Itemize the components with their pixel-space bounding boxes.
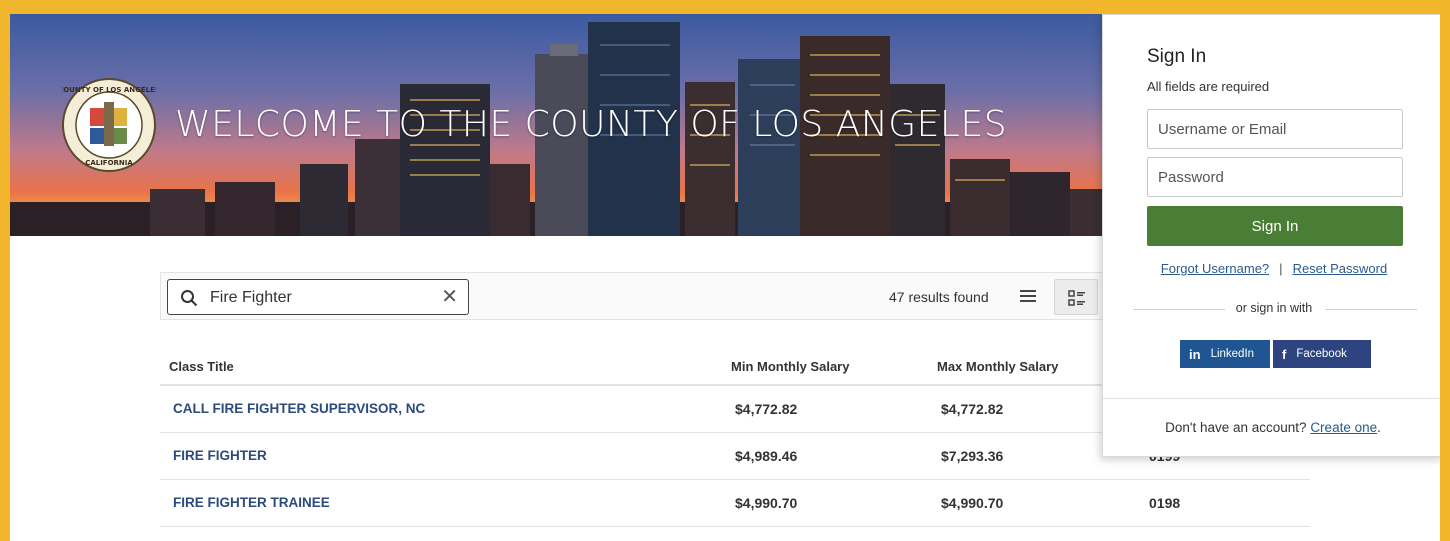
linkedin-label: LinkedIn (1210, 348, 1255, 360)
column-header-min-salary[interactable]: Min Monthly Salary (731, 359, 849, 374)
min-salary: $4,772.82 (735, 401, 798, 417)
seal-text-top: COUNTY OF LOS ANGELES (62, 86, 156, 94)
facebook-sign-in-button[interactable]: f Facebook (1273, 340, 1371, 368)
max-salary: $7,293.36 (941, 448, 1004, 464)
job-title-link[interactable]: FIRE FIGHTER TRAINEE (173, 495, 330, 510)
column-header-max-salary[interactable]: Max Monthly Salary (937, 359, 1058, 374)
reset-password-link[interactable]: Reset Password (1293, 261, 1388, 276)
min-salary: $4,990.70 (735, 495, 798, 511)
column-header-class-title[interactable]: Class Title (169, 359, 234, 374)
table-row[interactable]: FIRE FIGHTER TRAINEE $4,990.70 $4,990.70… (160, 480, 1310, 527)
required-fields-note: All fields are required (1147, 79, 1270, 94)
results-count: 47 results found (889, 289, 989, 305)
no-account-text: Don't have an account? (1165, 420, 1307, 435)
job-title-link[interactable]: FIRE FIGHTER (173, 448, 267, 463)
clear-search-icon[interactable]: ✕ (441, 287, 458, 307)
linkedin-icon: in (1189, 346, 1201, 362)
class-code: 0198 (1149, 495, 1181, 511)
sign-in-panel: Sign In All fields are required Sign In … (1102, 14, 1440, 457)
card-view-button[interactable] (1054, 279, 1098, 315)
list-view-icon[interactable] (1019, 288, 1037, 304)
facebook-icon: f (1282, 346, 1287, 362)
divider-line (1325, 309, 1417, 310)
county-seal-logo: COUNTY OF LOS ANGELES CALIFORNIA (62, 78, 156, 172)
max-salary: $4,772.82 (941, 401, 1004, 417)
account-recovery-links: Forgot Username? | Reset Password (1103, 261, 1440, 276)
page-title: WELCOME TO THE COUNTY OF LOS ANGELES (175, 104, 1008, 145)
or-sign-in-with-text: or sign in with (1235, 301, 1313, 315)
link-separator: | (1279, 261, 1283, 276)
search-icon (181, 290, 198, 307)
create-account-prompt: Don't have an account? Create one. (1103, 420, 1440, 435)
seal-text-bottom: CALIFORNIA (85, 159, 133, 167)
max-salary: $4,990.70 (941, 495, 1004, 511)
username-field[interactable] (1147, 109, 1403, 149)
search-toolbar: ✕ 47 results found (160, 272, 1115, 320)
forgot-username-link[interactable]: Forgot Username? (1161, 261, 1269, 276)
job-title-link[interactable]: CALL FIRE FIGHTER SUPERVISOR, NC (173, 401, 425, 416)
password-field[interactable] (1147, 157, 1403, 197)
sign-in-footer: Don't have an account? Create one. (1103, 398, 1440, 456)
search-input[interactable] (210, 286, 430, 310)
min-salary: $4,989.46 (735, 448, 798, 464)
sign-in-button[interactable]: Sign In (1147, 206, 1403, 246)
sign-in-title: Sign In (1147, 46, 1207, 67)
card-view-icon (1068, 290, 1085, 306)
page-frame: COUNTY OF LOS ANGELES CALIFORNIA WELCOME… (10, 14, 1440, 541)
create-account-link[interactable]: Create one (1310, 420, 1377, 435)
search-box[interactable]: ✕ (167, 279, 469, 315)
facebook-label: Facebook (1296, 348, 1347, 360)
footer-period: . (1377, 420, 1381, 435)
linkedin-sign-in-button[interactable]: in LinkedIn (1180, 340, 1270, 368)
